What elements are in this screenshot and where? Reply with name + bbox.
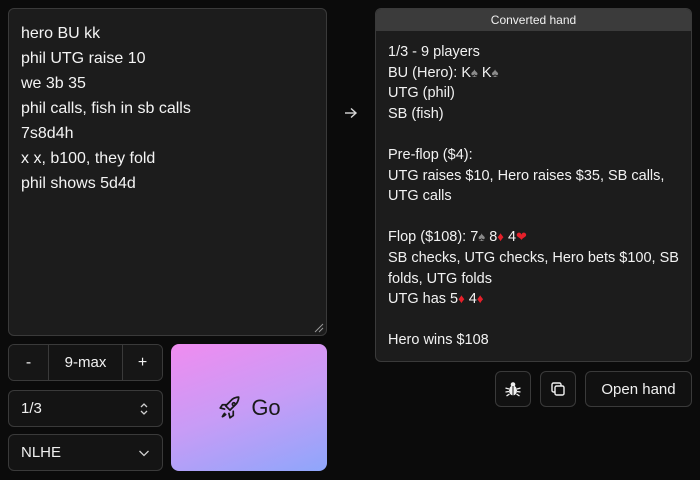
diamond-suit-icon: ♦ (458, 291, 465, 307)
input-line: hero BU kk (21, 25, 101, 42)
converted-hand-text: 1/3 - 9 players BU (Hero): K♠ K♠ UTG (ph… (376, 31, 691, 361)
table-size-value: 9-max (48, 345, 123, 380)
chevron-down-icon (138, 446, 150, 460)
input-line: we 3b 35 (21, 75, 86, 92)
spade-suit-icon: ♠ (491, 64, 499, 80)
increment-button[interactable]: + (123, 345, 162, 380)
input-line: x x, b100, they fold (21, 150, 156, 167)
stakes-select[interactable]: 1/3 (8, 390, 163, 427)
output-text: 4 (503, 229, 517, 246)
bug-icon (505, 382, 521, 397)
go-button[interactable]: Go (171, 344, 327, 471)
game-select[interactable]: NLHE (8, 434, 163, 471)
converted-hand-panel: Converted hand 1/3 - 9 players BU (Hero)… (375, 8, 692, 362)
stakes-value: 1/3 (21, 400, 42, 417)
output-header: Converted hand (376, 9, 691, 31)
table-size-stepper: - 9-max + (8, 344, 163, 381)
diamond-suit-icon: ♦ (476, 291, 484, 307)
heart-suit-icon: ❤ (516, 229, 527, 245)
output-text: 4 (464, 291, 477, 308)
decrement-button[interactable]: - (9, 345, 48, 380)
output-line: Pre-flop ($4): (388, 146, 473, 163)
chevron-up-down-icon (138, 402, 150, 416)
output-text: 8 (485, 229, 498, 246)
resize-grip-icon[interactable] (312, 321, 324, 333)
arrow-right-icon (340, 105, 362, 125)
output-line: Flop ($108): 7♠ 8♦ 4❤ (388, 227, 679, 248)
output-line: UTG (phil) (388, 85, 455, 102)
output-text: K (477, 64, 492, 81)
hand-input-textarea[interactable]: hero BU kk phil UTG raise 10 we 3b 35 ph… (8, 8, 327, 336)
output-line: UTG has 5♦ 4♦ (388, 289, 679, 310)
input-line: 7s8d4h (21, 125, 74, 142)
diamond-suit-icon: ♦ (497, 229, 504, 245)
output-line: folds, UTG folds (388, 270, 492, 287)
output-line: BU (Hero): K♠ K♠ (388, 63, 679, 84)
output-text: BU (Hero): K (388, 64, 471, 81)
copy-button[interactable] (540, 371, 576, 407)
go-label: Go (251, 394, 281, 420)
report-bug-button[interactable] (495, 371, 531, 407)
output-line: UTG calls (388, 188, 452, 205)
rocket-icon (219, 395, 240, 419)
spade-suit-icon: ♠ (471, 64, 478, 80)
open-hand-button[interactable]: Open hand (585, 371, 692, 407)
output-line: UTG raises $10, Hero raises $35, SB call… (388, 167, 665, 184)
output-line: SB checks, UTG checks, Hero bets $100, S… (388, 249, 679, 266)
output-line: Hero wins $108 (388, 332, 489, 349)
output-text: UTG has 5 (388, 291, 459, 308)
input-line: phil UTG raise 10 (21, 50, 146, 67)
output-text: Flop ($108): 7 (388, 229, 479, 246)
input-line: phil shows 5d4d (21, 175, 136, 192)
input-line: phil calls, fish in sb calls (21, 100, 191, 117)
copy-icon (551, 382, 565, 396)
output-line: 1/3 - 9 players (388, 44, 480, 60)
game-value: NLHE (21, 444, 62, 461)
output-line: SB (fish) (388, 105, 444, 122)
